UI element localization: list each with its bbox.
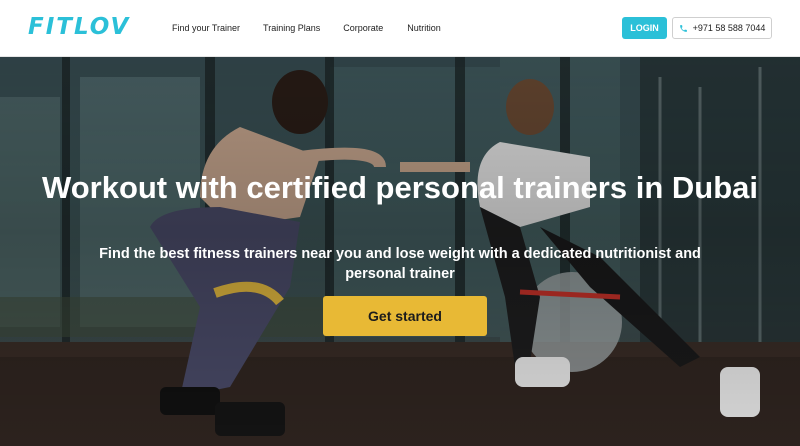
hero-section: Workout with certified personal trainers… xyxy=(0,57,800,446)
login-button[interactable]: LOGIN xyxy=(622,17,667,39)
nav-nutrition[interactable]: Nutrition xyxy=(407,23,441,33)
hero-headline: Workout with certified personal trainers… xyxy=(40,170,760,206)
top-navbar: FITLOV Find your Trainer Training Plans … xyxy=(0,0,800,57)
phone-icon xyxy=(679,24,688,33)
nav-training-plans[interactable]: Training Plans xyxy=(263,23,320,33)
nav-corporate[interactable]: Corporate xyxy=(343,23,383,33)
hero-subheadline: Find the best fitness trainers near you … xyxy=(99,246,701,282)
main-nav: Find your Trainer Training Plans Corpora… xyxy=(172,23,441,33)
phone-number: +971 58 588 7044 xyxy=(692,23,766,33)
headline-highlight: Workout xyxy=(42,170,168,205)
headline-rest: with certified personal trainers in Duba… xyxy=(167,170,758,205)
phone-button[interactable]: +971 58 588 7044 xyxy=(672,17,772,39)
get-started-button[interactable]: Get started xyxy=(323,296,487,336)
nav-find-your-trainer[interactable]: Find your Trainer xyxy=(172,23,240,33)
fitlov-logo[interactable]: FITLOV xyxy=(28,14,130,40)
